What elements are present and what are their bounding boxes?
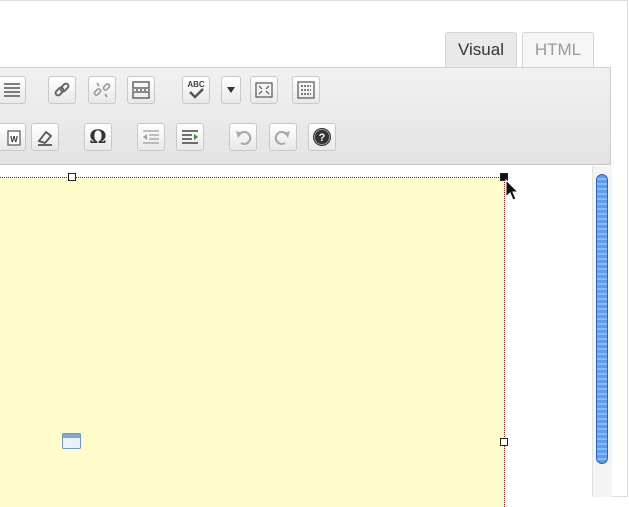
svg-text:?: ? <box>319 132 326 144</box>
special-character-button[interactable]: Ω <box>84 123 112 151</box>
tab-visual[interactable]: Visual <box>445 32 517 68</box>
spellcheck-button[interactable]: ABC <box>182 76 210 104</box>
spellcheck-label: ABC <box>187 80 205 89</box>
svg-text:W: W <box>10 135 18 144</box>
editor-toolbar: ABC W Ω ? <box>0 67 611 165</box>
tab-html[interactable]: HTML <box>522 32 594 68</box>
paste-word-button[interactable]: W <box>0 123 26 151</box>
kitchen-sink-icon <box>297 81 315 99</box>
fullscreen-button[interactable] <box>250 76 278 104</box>
spellcheck-dropdown-button[interactable] <box>221 76 241 104</box>
selected-element[interactable] <box>0 177 505 507</box>
embed-placeholder-icon <box>62 433 81 449</box>
scrollbar-thumb[interactable] <box>596 174 608 464</box>
chevron-down-icon <box>227 87 235 93</box>
insert-link-button[interactable] <box>48 76 76 104</box>
more-tag-icon <box>132 81 150 99</box>
indent-button[interactable] <box>176 123 204 151</box>
vertical-scrollbar[interactable] <box>592 166 612 497</box>
kitchen-sink-button[interactable] <box>292 76 320 104</box>
link-icon <box>54 82 70 97</box>
fullscreen-icon <box>255 82 273 98</box>
resize-handle-right[interactable] <box>500 438 508 446</box>
align-justify-icon <box>4 83 20 97</box>
spellcheck-icon: ABC <box>187 80 205 99</box>
clear-formatting-button[interactable] <box>31 123 59 151</box>
outdent-button[interactable] <box>137 123 165 151</box>
undo-button[interactable] <box>229 123 257 151</box>
redo-button[interactable] <box>269 123 297 151</box>
outdent-icon <box>143 130 159 144</box>
align-justify-button[interactable] <box>0 76 26 104</box>
help-button[interactable]: ? <box>308 123 336 151</box>
paste-word-icon: W <box>7 130 21 146</box>
omega-icon: Ω <box>89 125 107 148</box>
unlink-button[interactable] <box>88 76 116 104</box>
redo-icon <box>274 130 290 146</box>
resize-handle-top[interactable] <box>68 173 76 181</box>
undo-icon <box>236 130 252 146</box>
help-icon: ? <box>313 128 331 146</box>
unlink-icon <box>93 82 111 98</box>
mouse-cursor-icon <box>505 179 520 201</box>
insert-more-tag-button[interactable] <box>127 76 155 104</box>
indent-icon <box>182 130 198 144</box>
eraser-icon <box>37 130 53 146</box>
